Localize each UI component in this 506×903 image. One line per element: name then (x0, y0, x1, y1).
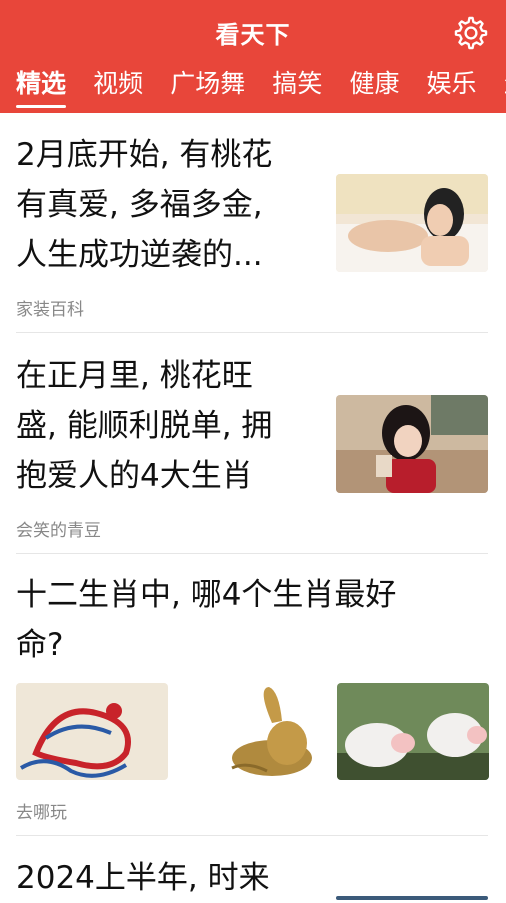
divider (16, 332, 488, 333)
article-thumbnail[interactable] (337, 683, 489, 780)
article-title: 在正月里, 桃花旺 盛, 能顺利脱单, 拥 抱爱人的4大生肖 (16, 358, 273, 494)
article-source: 家装百科 (16, 300, 84, 320)
category-tabs: 精选 视频 广场舞 搞笑 健康 娱乐 生 (16, 64, 506, 108)
article-thumbnail[interactable] (336, 174, 488, 272)
top-bar: 看天下 精选 视频 广场舞 搞笑 健康 娱乐 生 (0, 0, 506, 113)
tab-health[interactable]: 健康 (349, 64, 399, 100)
tab-featured[interactable]: 精选 (16, 64, 67, 108)
article-title: 2月底开始, 有桃花 有真爱, 多福多金, 人生成功逆袭的... (16, 137, 273, 273)
article-source: 会笑的青豆 (16, 521, 101, 541)
article-thumbnail[interactable] (16, 683, 168, 780)
article-title: 十二生肖中, 哪4个生肖最好 命? (16, 577, 397, 663)
app-title: 看天下 (215, 21, 291, 49)
tab-square-dance[interactable]: 广场舞 (170, 64, 245, 100)
article-thumbnail[interactable] (336, 395, 488, 493)
news-item[interactable]: 十二生肖中, 哪4个生肖最好 命? (16, 570, 488, 670)
article-source: 去哪玩 (16, 803, 67, 823)
tab-video[interactable]: 视频 (93, 64, 143, 100)
article-thumbnail[interactable] (177, 683, 329, 780)
article-thumbnail[interactable] (336, 896, 488, 900)
divider (16, 553, 488, 554)
divider (16, 835, 488, 836)
tab-entertainment[interactable]: 娱乐 (427, 64, 477, 100)
gear-icon[interactable] (452, 14, 490, 52)
tab-funny[interactable]: 搞笑 (272, 64, 322, 100)
